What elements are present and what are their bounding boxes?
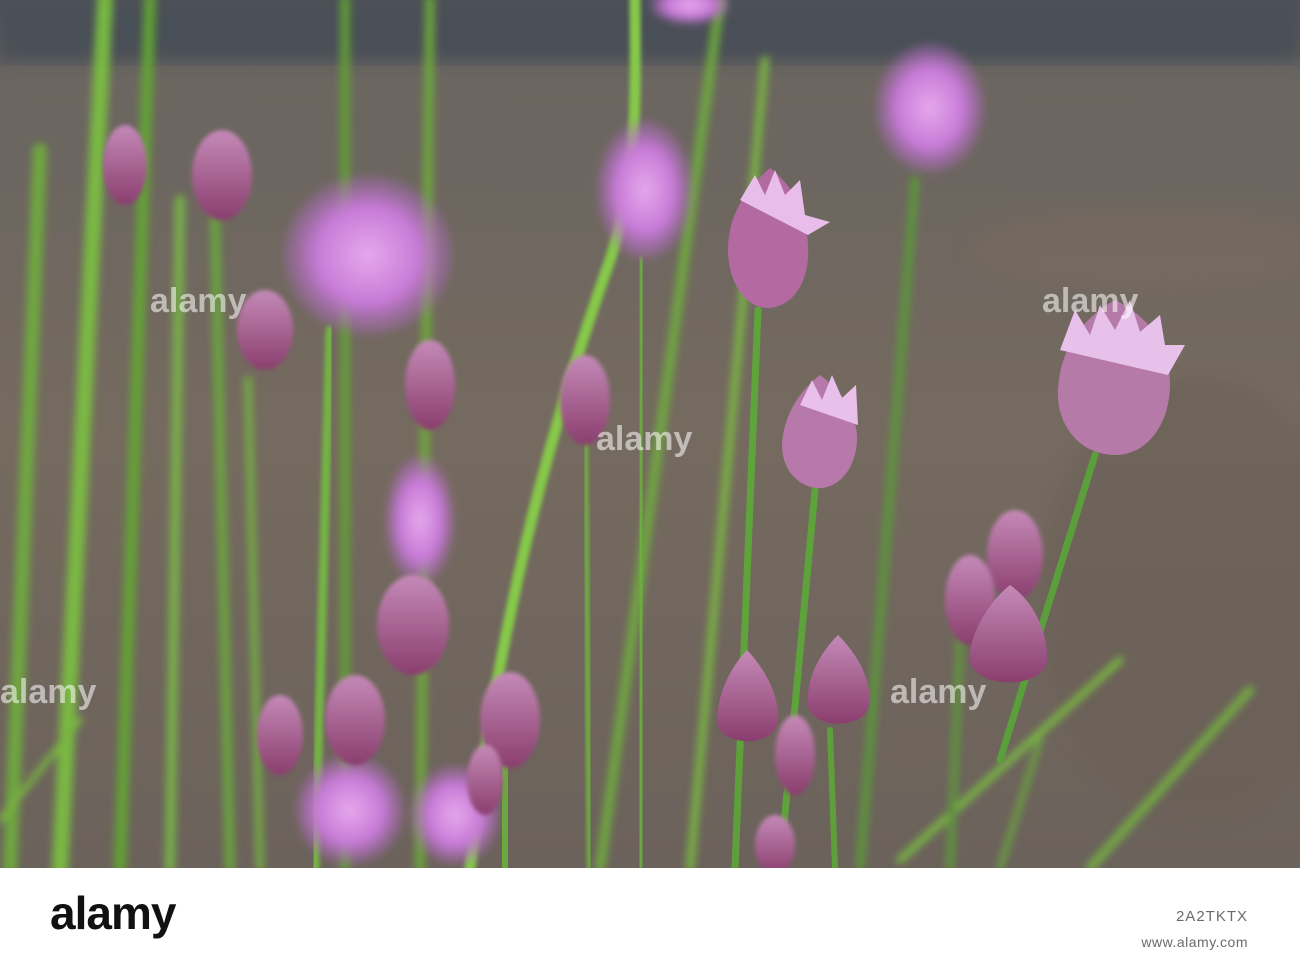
- watermark-text-2: alamy: [1042, 282, 1138, 320]
- chive-flowers-photo: alamy alamy alamy alamy alamy: [0, 0, 1300, 868]
- alamy-logo: alamy: [50, 887, 176, 939]
- photo-canvas: alamy alamy alamy alamy alamy: [0, 0, 1300, 868]
- watermark-text-1: alamy: [150, 282, 246, 320]
- footer-bar: alamy 2A2TKTX www.alamy.com: [0, 868, 1300, 957]
- image-id-label: 2A2TKTX: [1175, 908, 1248, 925]
- watermark-text-5: alamy: [890, 673, 986, 711]
- site-url-label: www.alamy.com: [1141, 934, 1248, 950]
- watermark-text-4: alamy: [0, 673, 96, 711]
- watermark-text-3: alamy: [596, 420, 692, 458]
